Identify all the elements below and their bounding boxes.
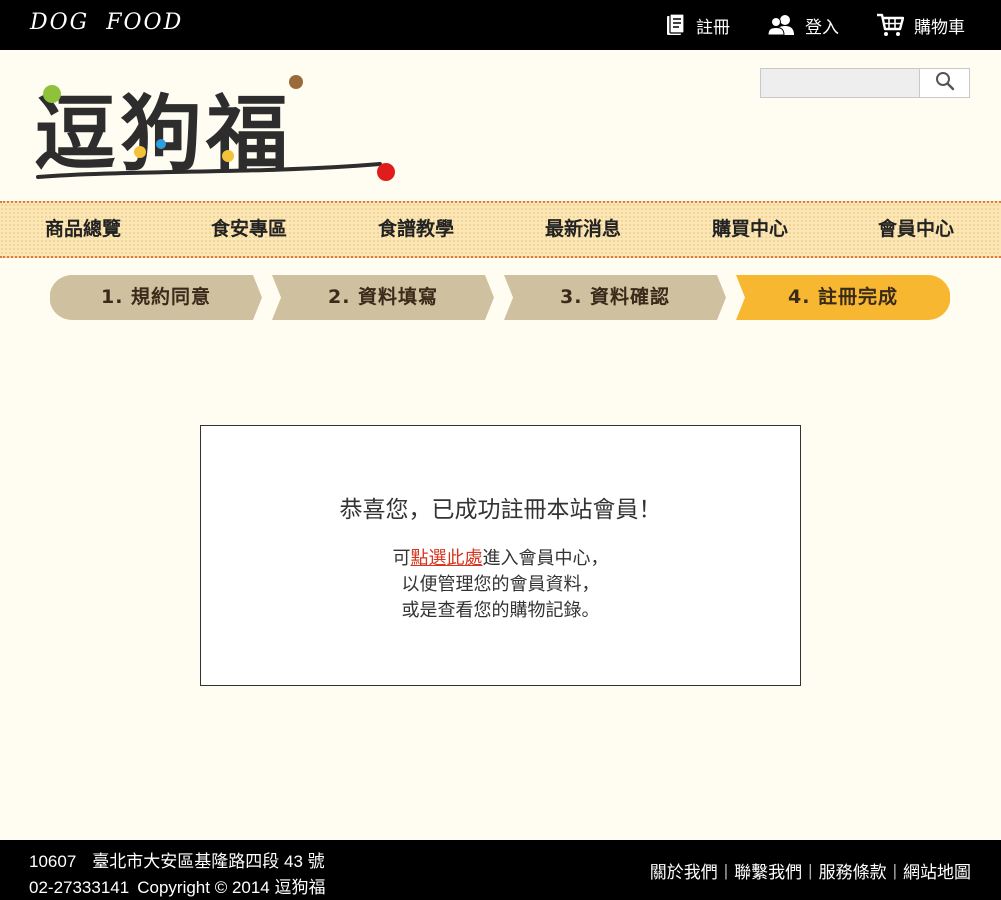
footer-copyright: Copyright © 2014 逗狗福 <box>137 878 326 897</box>
step-2-label: 2. 資料填寫 <box>327 286 439 308</box>
footer-separator: | <box>723 860 729 880</box>
nav-item-purchase-center[interactable]: 購買中心 <box>680 203 820 256</box>
step-4-label: 4. 註冊完成 <box>787 286 899 308</box>
logo-text: 逗狗福 <box>34 86 292 182</box>
main-nav: 商品總覽 食安專區 食譜教學 最新消息 購買中心 會員中心 <box>0 201 1001 258</box>
nav-item-recipes[interactable]: 食譜教學 <box>346 203 486 256</box>
nav-item-member-center[interactable]: 會員中心 <box>846 203 986 256</box>
success-title: 恭喜您，已成功註冊本站會員！ <box>339 497 662 523</box>
footer-phone: 02-27333141 <box>29 878 130 897</box>
register-label: 註冊 <box>696 17 730 38</box>
step-3-label: 3. 資料確認 <box>559 286 671 308</box>
search-input[interactable] <box>760 68 922 98</box>
member-center-link[interactable]: 點選此處 <box>411 548 483 569</box>
cart-icon <box>876 13 904 37</box>
message-line-2: 以便管理您的會員資料， <box>401 574 600 595</box>
message-line-1: 可點選此處進入會員中心， <box>201 544 800 570</box>
login-label: 登入 <box>805 17 839 38</box>
login-link[interactable]: 登入 <box>767 12 839 38</box>
step-1-label: 1. 規約同意 <box>100 286 212 308</box>
footer-zip: 10607 <box>29 852 77 871</box>
footer-address-text: 臺北市大安區基隆路四段 43 號 <box>92 852 325 871</box>
brand-text: DOG FOOD <box>30 10 184 35</box>
footer-link-about[interactable]: 關於我們 <box>650 858 718 883</box>
footer-link-sitemap[interactable]: 網站地圖 <box>903 858 971 883</box>
nav-item-products[interactable]: 商品總覽 <box>13 203 153 256</box>
cart-link[interactable]: 購物車 <box>876 12 965 38</box>
search-icon <box>935 71 955 95</box>
footer-link-terms[interactable]: 服務條款 <box>819 858 887 883</box>
message-line-3: 或是查看您的購物記錄。 <box>401 600 600 621</box>
register-link[interactable]: 註冊 <box>666 12 730 38</box>
message-line-1-prefix: 可 <box>392 548 411 569</box>
site-logo[interactable]: 逗狗福 <box>28 62 400 188</box>
footer-contact: 02-27333141 Copyright © 2014 逗狗福 <box>29 873 334 898</box>
footer-address: 10607 臺北市大安區基隆路四段 43 號 <box>29 847 341 872</box>
nav-item-news[interactable]: 最新消息 <box>513 203 653 256</box>
footer-separator: | <box>808 860 813 880</box>
top-bar: DOG FOOD 註冊 登入 購物車 <box>0 0 1001 50</box>
users-icon <box>767 14 795 36</box>
nav-item-food-safety[interactable]: 食安專區 <box>179 203 319 256</box>
footer-link-contact[interactable]: 聯繫我們 <box>734 858 802 883</box>
message-line-1-suffix: 進入會員中心， <box>482 548 609 569</box>
search-button[interactable] <box>919 68 970 98</box>
cart-label: 購物車 <box>914 17 965 38</box>
footer-separator: | <box>892 860 897 880</box>
footer: 10607 臺北市大安區基隆路四段 43 號 02-27333141 Copyrig… <box>0 840 1001 900</box>
footer-links: 關於我們 | 聯繫我們 | 服務條款 | 網站地圖 <box>650 858 971 883</box>
register-icon <box>666 13 686 37</box>
success-message-box: 恭喜您，已成功註冊本站會員！ 可點選此處進入會員中心， 以便管理您的會員資料， … <box>200 425 801 686</box>
registration-steps: 1. 規約同意 2. 資料填寫 3. 資料確認 4. 註冊完成 <box>50 275 950 320</box>
